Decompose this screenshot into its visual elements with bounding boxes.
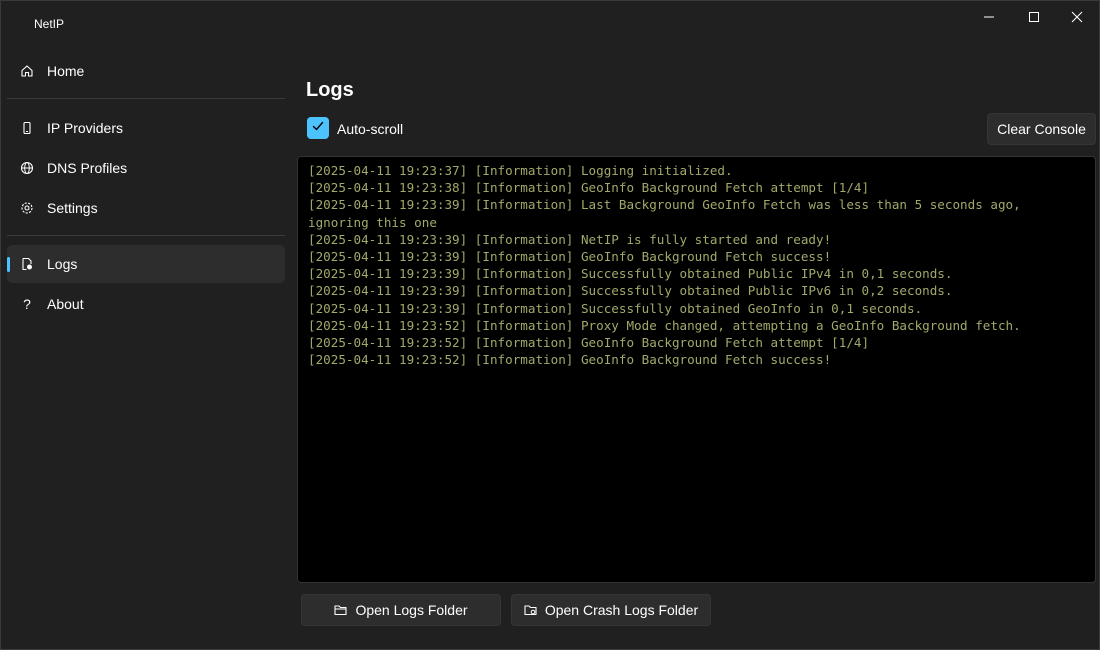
open-crash-logs-folder-label: Open Crash Logs Folder [544,602,699,618]
home-icon [19,63,35,79]
sidebar-item-logs[interactable]: Logs [7,245,285,283]
log-line: [2025-04-11 19:23:39] [Information] Succ… [308,283,953,299]
auto-scroll-checkbox[interactable] [307,117,329,139]
app-title: NetIP [34,17,65,31]
close-icon [1071,11,1083,23]
phone-icon [19,120,35,136]
clear-console-label: Clear Console [997,121,1086,137]
sidebar-item-label: IP Providers [47,120,123,136]
sidebar-item-ip-providers[interactable]: IP Providers [7,109,285,147]
log-console[interactable]: [2025-04-11 19:23:37] [Information] Logg… [297,156,1096,583]
folder-icon [334,604,348,616]
open-logs-folder-button[interactable]: Open Logs Folder [301,594,501,626]
sidebar-item-settings[interactable]: Settings [7,189,285,227]
question-icon: ? [23,296,31,312]
log-line: [2025-04-11 19:23:52] [Information] GeoI… [308,352,832,368]
selection-indicator [7,257,10,272]
checkmark-icon [311,119,325,138]
globe-icon [19,160,35,176]
sidebar-item-label: About [47,296,84,312]
log-line: [2025-04-11 19:23:39] [Information] Last… [308,197,1021,230]
log-line: [2025-04-11 19:23:52] [Information] GeoI… [308,335,870,351]
sidebar-divider [7,98,285,99]
minimize-button[interactable] [967,1,1011,33]
open-logs-folder-label: Open Logs Folder [355,602,468,618]
log-line: [2025-04-11 19:23:37] [Information] Logg… [308,163,733,178]
crash-folder-icon [524,604,537,616]
open-crash-logs-folder-button[interactable]: Open Crash Logs Folder [511,594,711,626]
maximize-icon [1028,11,1040,23]
log-line: [2025-04-11 19:23:52] [Information] Prox… [308,317,1021,333]
close-button[interactable] [1055,1,1099,33]
app-window: NetIP Home IP Providers DNS Profiles Set… [0,0,1100,650]
sidebar-item-label: DNS Profiles [47,160,128,176]
log-line: [2025-04-11 19:23:39] [Information] Succ… [308,266,953,282]
sidebar-item-about[interactable]: ? About [7,285,285,323]
sidebar-item-home[interactable]: Home [7,52,285,90]
logs-icon [19,256,35,272]
page-title: Logs [306,79,354,101]
log-line: [2025-04-11 19:23:39] [Information] Succ… [308,300,923,316]
sidebar-item-label: Settings [47,200,98,216]
sidebar-divider [7,235,285,236]
sidebar: Home IP Providers DNS Profiles Settings [1,47,293,647]
minimize-icon [983,11,995,23]
auto-scroll-label[interactable]: Auto-scroll [337,121,403,137]
log-line: [2025-04-11 19:23:38] [Information] GeoI… [308,180,870,196]
sidebar-item-label: Home [47,63,85,79]
clear-console-button[interactable]: Clear Console [987,113,1096,145]
maximize-button[interactable] [1012,1,1056,33]
sidebar-item-label: Logs [47,256,78,272]
log-line: [2025-04-11 19:23:39] [Information] NetI… [308,231,832,247]
title-bar: NetIP [1,1,1100,47]
gear-icon [19,200,35,216]
sidebar-item-dns-profiles[interactable]: DNS Profiles [7,149,285,187]
log-line: [2025-04-11 19:23:39] [Information] GeoI… [308,249,832,265]
